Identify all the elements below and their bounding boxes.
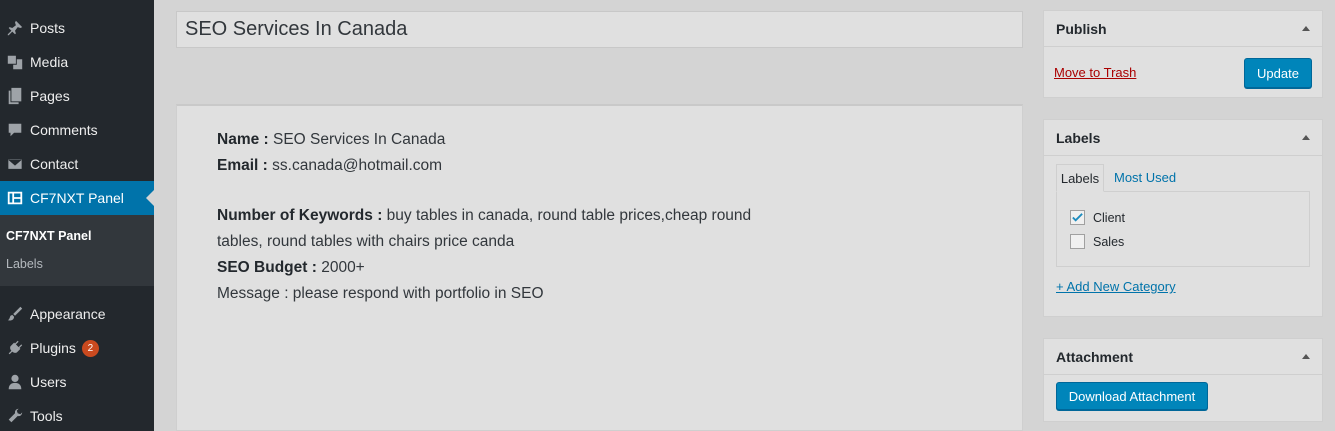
sidebar-item-cf7nxt-panel[interactable]: CF7NXT Panel xyxy=(0,181,154,215)
collapse-arrow-icon[interactable] xyxy=(1302,354,1310,359)
email-value: ss.canada@hotmail.com xyxy=(272,157,443,174)
add-new-category-link[interactable]: + Add New Category xyxy=(1056,279,1176,294)
move-to-trash-link[interactable]: Move to Trash xyxy=(1054,65,1136,80)
category-label-client: Client xyxy=(1093,210,1125,225)
collapse-arrow-icon[interactable] xyxy=(1302,26,1310,31)
active-indicator xyxy=(146,190,154,206)
submenu-item-labels[interactable]: Labels xyxy=(6,257,43,271)
update-button[interactable]: Update xyxy=(1244,58,1312,88)
sidebar-item-tools[interactable]: Tools xyxy=(0,399,154,431)
sidebar-item-pages[interactable]: Pages xyxy=(0,79,154,113)
comment-icon xyxy=(0,121,30,139)
sidebar-label-cf7nxt-panel: CF7NXT Panel xyxy=(30,190,124,206)
keywords-line-continued: tables, round tables with chairs price c… xyxy=(217,233,515,250)
tab-all-labels[interactable]: Labels xyxy=(1056,164,1104,192)
labels-box-title: Labels xyxy=(1056,129,1101,146)
sidebar-item-posts[interactable]: Posts xyxy=(0,11,154,45)
sidebar-item-comments[interactable]: Comments xyxy=(0,113,154,147)
sidebar-label-media: Media xyxy=(30,54,69,70)
brush-icon xyxy=(0,305,30,323)
sidebar-label-users: Users xyxy=(30,374,67,390)
sidebar-label-plugins: Plugins xyxy=(30,340,76,356)
submenu-item-cf7nxt-panel[interactable]: CF7NXT Panel xyxy=(6,229,91,243)
publish-box-title: Publish xyxy=(1056,20,1107,37)
sidebar-item-media[interactable]: Media xyxy=(0,45,154,79)
mail-icon xyxy=(0,155,30,173)
budget-value: 2000+ xyxy=(321,259,365,276)
admin-sidebar: Posts Media Pages Comments Contact CF7NX… xyxy=(0,0,154,431)
post-title-input[interactable]: SEO Services In Canada xyxy=(176,11,1023,48)
keywords-value: buy tables in canada, round table prices… xyxy=(386,207,752,224)
sidebar-item-users[interactable]: Users xyxy=(0,365,154,399)
sidebar-label-contact: Contact xyxy=(30,156,79,172)
sidebar-label-posts: Posts xyxy=(30,20,66,36)
labels-box-header[interactable]: Labels xyxy=(1044,120,1322,156)
keywords-line: Number of Keywords : buy tables in canad… xyxy=(217,207,751,225)
name-value: SEO Services In Canada xyxy=(273,131,446,148)
download-attachment-button[interactable]: Download Attachment xyxy=(1056,382,1208,410)
keywords-label: Number of Keywords : xyxy=(217,207,383,224)
name-label: Name : xyxy=(217,131,269,148)
client-checkbox[interactable] xyxy=(1070,210,1085,225)
budget-line: SEO Budget : 2000+ xyxy=(217,259,365,277)
category-client[interactable]: Client xyxy=(1070,210,1125,225)
sidebar-label-comments: Comments xyxy=(30,122,98,138)
attachment-box-header[interactable]: Attachment xyxy=(1044,339,1322,375)
name-line: Name : SEO Services In Canada xyxy=(217,131,445,149)
email-line: Email : ss.canada@hotmail.com xyxy=(217,157,442,175)
message-content-panel: Name : SEO Services In Canada Email : ss… xyxy=(176,104,1023,431)
panel-icon xyxy=(0,189,30,207)
pin-icon xyxy=(0,19,30,37)
sidebar-item-contact[interactable]: Contact xyxy=(0,147,154,181)
tab-most-used[interactable]: Most Used xyxy=(1114,170,1176,185)
category-checklist: Client Sales xyxy=(1056,191,1310,267)
sidebar-label-tools: Tools xyxy=(30,408,63,424)
plug-icon xyxy=(0,339,30,357)
sidebar-submenu: CF7NXT Panel Labels xyxy=(0,215,154,286)
pages-icon xyxy=(0,87,30,105)
category-label-sales: Sales xyxy=(1093,234,1125,249)
collapse-arrow-icon[interactable] xyxy=(1302,135,1310,140)
budget-label: SEO Budget : xyxy=(217,259,317,276)
publish-box-header[interactable]: Publish xyxy=(1044,11,1322,47)
sidebar-item-appearance[interactable]: Appearance xyxy=(0,297,154,331)
sidebar-label-pages: Pages xyxy=(30,88,70,104)
sidebar-item-plugins[interactable]: Plugins 2 xyxy=(0,331,154,365)
media-icon xyxy=(0,53,30,71)
sidebar-label-appearance: Appearance xyxy=(30,306,106,322)
plugins-update-badge: 2 xyxy=(81,339,99,357)
attachment-box: Attachment Download Attachment xyxy=(1043,338,1323,422)
message-line: Message : please respond with portfolio … xyxy=(217,285,544,302)
wrench-icon xyxy=(0,407,30,425)
attachment-box-title: Attachment xyxy=(1056,348,1134,365)
user-icon xyxy=(0,373,30,391)
publish-box: Publish Move to Trash Update xyxy=(1043,10,1323,98)
sales-checkbox[interactable] xyxy=(1070,234,1085,249)
email-label: Email : xyxy=(217,157,268,174)
category-sales[interactable]: Sales xyxy=(1070,234,1124,249)
